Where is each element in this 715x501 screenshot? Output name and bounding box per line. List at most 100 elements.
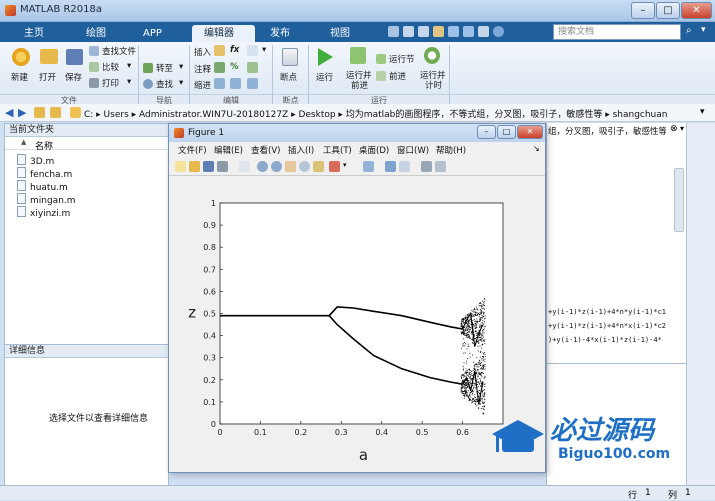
menu-desktop[interactable]: 桌面(D) xyxy=(359,144,389,156)
brush-dropdown-icon[interactable]: ▾ xyxy=(343,161,347,169)
menu-tools[interactable]: 工具(T) xyxy=(323,144,352,156)
help-icon[interactable] xyxy=(493,26,504,37)
scatter-point xyxy=(466,333,468,335)
run-and-advance-button[interactable]: 运行并 前进 xyxy=(343,46,373,92)
print-figure-icon[interactable] xyxy=(217,161,228,172)
current-path[interactable]: C: ▸ Users ▸ Administrator.WIN7U-2018012… xyxy=(84,107,667,120)
tab-home[interactable]: 主页 xyxy=(12,25,56,42)
file-item[interactable]: fencha.m xyxy=(17,167,72,180)
go-to-button[interactable]: 转至 ▾ xyxy=(143,62,187,75)
panel-menu-icon[interactable]: ▾ xyxy=(680,124,684,133)
find-button[interactable]: 查找 ▾ xyxy=(143,78,187,91)
advance-button[interactable]: 前进 xyxy=(376,70,416,83)
figure-close-button[interactable]: ✕ xyxy=(517,125,543,139)
file-item[interactable]: 3D.m xyxy=(17,154,54,167)
up-folder-icon[interactable] xyxy=(34,107,45,118)
new-figure-icon[interactable] xyxy=(175,161,186,172)
editor-scrollbar[interactable] xyxy=(674,168,684,232)
hide-plot-tools-icon[interactable] xyxy=(421,161,432,172)
menu-view[interactable]: 查看(V) xyxy=(251,144,280,156)
open-file-icon[interactable] xyxy=(189,161,200,172)
dock-arrow-icon[interactable]: ↘ xyxy=(533,144,540,153)
insert-section-icon[interactable] xyxy=(214,45,225,56)
save-icon[interactable] xyxy=(388,26,399,37)
notification-icon[interactable]: ▾ xyxy=(701,25,713,39)
indent-button[interactable]: 缩进 xyxy=(194,79,211,91)
tab-plots[interactable]: 绘图 xyxy=(74,25,118,42)
figure-maximize-button[interactable]: □ xyxy=(497,125,516,139)
find-files-button[interactable]: 查找文件 xyxy=(89,45,137,58)
run-and-time-button[interactable]: 运行并 计时 xyxy=(417,46,447,92)
open-button[interactable]: 打开 xyxy=(36,46,62,90)
redo-icon[interactable] xyxy=(463,26,474,37)
scatter-point xyxy=(483,377,485,379)
menu-help[interactable]: 帮助(H) xyxy=(436,144,466,156)
maximize-button[interactable]: □ xyxy=(656,2,680,19)
colorbar-icon[interactable] xyxy=(385,161,396,172)
zoom-in-icon[interactable] xyxy=(257,161,268,172)
edit-plot-arrow-icon[interactable] xyxy=(239,161,250,172)
menu-insert[interactable]: 插入(I) xyxy=(288,144,314,156)
increase-indent-icon[interactable] xyxy=(230,78,241,89)
breakpoints-button[interactable]: 断点 xyxy=(276,46,304,90)
menu-edit[interactable]: 编辑(E) xyxy=(214,144,243,156)
paste-icon[interactable] xyxy=(433,26,444,37)
percent-icon[interactable]: % xyxy=(230,62,239,72)
scatter-point xyxy=(460,348,462,350)
rotate-3d-icon[interactable] xyxy=(299,161,310,172)
menu-window[interactable]: 窗口(W) xyxy=(397,144,429,156)
pan-hand-icon[interactable] xyxy=(285,161,296,172)
file-item[interactable]: mingan.m xyxy=(17,193,76,206)
link-plot-icon[interactable] xyxy=(363,161,374,172)
scatter-point xyxy=(478,383,480,385)
cut-icon[interactable] xyxy=(403,26,414,37)
print-button[interactable]: 打印 ▾ xyxy=(89,77,137,90)
run-section-button[interactable]: 运行节 xyxy=(376,53,416,66)
undo-icon[interactable] xyxy=(448,26,459,37)
close-button[interactable]: ✕ xyxy=(681,2,712,19)
file-item[interactable]: huatu.m xyxy=(17,180,68,193)
decrease-indent-icon[interactable] xyxy=(247,78,258,89)
menu-file[interactable]: 文件(F) xyxy=(178,144,207,156)
scatter-point xyxy=(483,406,485,408)
compare-button[interactable]: 比较 ▾ xyxy=(89,61,137,74)
panel-close-icon[interactable]: ⊗ xyxy=(670,124,678,134)
tab-apps[interactable]: APP xyxy=(131,25,174,42)
minimize-button[interactable]: – xyxy=(631,2,655,19)
legend-icon[interactable] xyxy=(399,161,410,172)
save-figure-icon[interactable] xyxy=(203,161,214,172)
brush-icon[interactable] xyxy=(329,161,340,172)
data-cursor-icon[interactable] xyxy=(313,161,324,172)
scatter-point xyxy=(479,324,481,326)
file-item[interactable]: xiyinzi.m xyxy=(17,206,70,219)
insert-menu-arrow-icon[interactable]: ▾ xyxy=(262,45,266,55)
file-list-header[interactable]: ▲ 名称 xyxy=(5,138,168,152)
path-dropdown-icon[interactable]: ▾ xyxy=(700,107,705,117)
browse-folder-icon[interactable] xyxy=(50,107,61,118)
function-icon[interactable]: fx xyxy=(230,45,239,55)
print-dropdown-icon[interactable]: ▾ xyxy=(127,77,131,87)
compare-dropdown-icon[interactable]: ▾ xyxy=(127,61,131,71)
zoom-out-icon[interactable] xyxy=(271,161,282,172)
scatter-point xyxy=(466,363,468,365)
copy-icon[interactable] xyxy=(418,26,429,37)
save-button[interactable]: 保存 xyxy=(63,46,87,90)
forward-icon[interactable]: ▶ xyxy=(18,106,26,119)
search-documentation-input[interactable]: 搜索文档 xyxy=(553,24,681,40)
comment-button[interactable]: 注释 xyxy=(194,63,211,75)
show-plot-tools-icon[interactable] xyxy=(435,161,446,172)
tab-publish[interactable]: 发布 xyxy=(258,25,302,42)
tab-editor[interactable]: 编辑器 xyxy=(192,25,255,42)
insert-button[interactable]: 插入 xyxy=(194,46,211,58)
smart-indent-icon[interactable] xyxy=(214,78,225,89)
back-icon[interactable]: ◀ xyxy=(5,106,13,119)
uncomment-icon[interactable] xyxy=(247,62,258,73)
switch-windows-icon[interactable] xyxy=(478,26,489,37)
run-button[interactable]: 运行 xyxy=(312,46,338,90)
comment-icon[interactable] xyxy=(214,62,225,73)
figure-minimize-button[interactable]: – xyxy=(477,125,496,139)
new-button[interactable]: 新建 xyxy=(8,46,34,90)
search-icon[interactable]: ⌕ xyxy=(686,25,700,39)
insert-dropdown-icon[interactable] xyxy=(247,45,258,56)
tab-view[interactable]: 视图 xyxy=(318,25,362,42)
